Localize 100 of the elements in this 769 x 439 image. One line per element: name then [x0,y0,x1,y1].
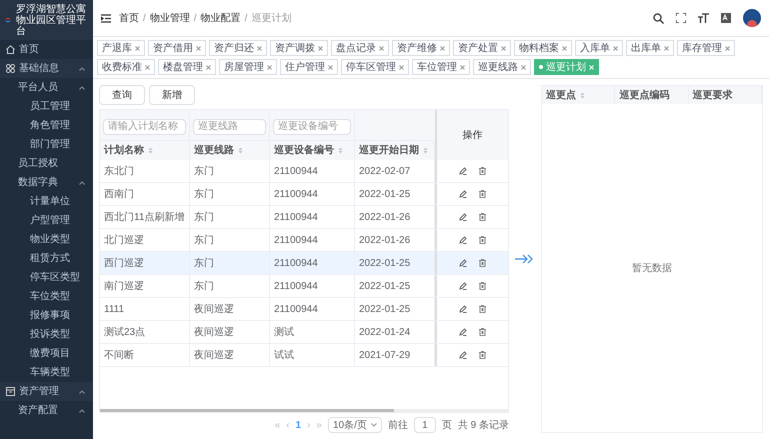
tab[interactable]: 巡更线路 [473,59,531,75]
tab[interactable]: 盘点记录 [331,40,389,56]
menu-item[interactable]: 资产配置 [0,401,93,420]
page-input[interactable]: 1 [414,417,436,433]
table-cell-text: 东门 [194,256,214,270]
tab[interactable]: 库存管理 [677,40,735,56]
breadcrumb-item[interactable]: 首页 [119,10,139,26]
table-row[interactable]: 西北门11点刷新增 东门 21100944 2022-01-26 [100,206,508,229]
table-cell-text: 不间断 [104,348,134,362]
tab[interactable]: 住户管理 [280,59,338,75]
breadcrumb-item: 巡更计划 [251,12,292,26]
tab[interactable]: 资产借用 [148,40,206,56]
menu-item[interactable]: 员工管理 [0,97,93,116]
tab[interactable]: 产退库 [97,40,145,56]
column-header: 巡更开始日期 [359,144,419,158]
column-header: 计划名称 [104,144,144,158]
breadcrumb-item[interactable]: 物业配置 [200,10,241,26]
table-cell-text: 2022-01-25 [359,302,410,316]
menu-item[interactable]: 缴费项目 [0,344,93,363]
menu-item[interactable]: 员工授权 [0,154,93,173]
double-arrow-icon[interactable] [515,254,535,264]
menu-item[interactable]: 基础信息 [0,59,93,78]
scrollbar[interactable] [100,409,394,412]
tab[interactable]: 资产处置 [453,40,511,56]
table-cell-text: 试试 [274,348,294,362]
menu-item[interactable]: 投诉类型 [0,325,93,344]
column-header: 巡更设备编号 [274,144,334,158]
page-size-select[interactable]: 10条/页 [328,417,382,433]
table-row[interactable]: 不间断 夜间巡逻 试试 2021-07-29 [100,344,508,367]
menu-item[interactable]: 停车区类型 [0,268,93,287]
tab[interactable]: 车位管理 [412,59,470,75]
input-field[interactable]: 巡更设备编号 [273,118,351,134]
avatar[interactable] [743,9,761,27]
table-row[interactable]: 东北门 东门 21100944 2022-02-07 [100,160,508,183]
table-row[interactable]: 1111 夜间巡逻 21100944 2022-01-25 [100,298,508,321]
table-row[interactable]: 西南门 东门 21100944 2022-01-25 [100,183,508,206]
table-row[interactable]: 西门巡逻 东门 21100944 2022-01-25 [100,252,508,275]
button[interactable]: 新增 [149,85,195,105]
table-cell-text: 2022-01-26 [359,234,410,248]
menu-item[interactable]: 部门管理 [0,135,93,154]
table-row[interactable]: 测试23点 夜间巡逻 测试 2022-01-24 [100,321,508,344]
edit-icon [459,167,467,175]
menu-item[interactable]: 平台人员 [0,78,93,97]
close-icon [135,46,140,50]
tab[interactable]: 停车区管理 [341,59,409,75]
breadcrumb-separator: / [194,12,197,26]
table-cell-text: 2022-01-25 [359,280,410,294]
menu-item[interactable]: 计量单位 [0,192,93,211]
menu-item[interactable]: 车位类型 [0,287,93,306]
close-icon [521,64,526,70]
close-icon [589,64,594,70]
tab[interactable]: 入库单 [575,40,623,56]
breadcrumb-separator: / [244,12,248,26]
translate-icon[interactable] [721,13,731,23]
edit-icon [459,213,467,221]
breadcrumb-item[interactable]: 物业管理 [150,10,190,26]
fullscreen-icon[interactable] [676,13,686,23]
menu-icon[interactable] [101,14,111,22]
menu-item[interactable]: 租赁方式 [0,249,93,268]
tab[interactable]: 出库单 [626,40,674,56]
menu-item[interactable]: 报修事项 [0,306,93,325]
close-icon [328,64,333,70]
input-field[interactable]: 巡更线路 [193,118,266,134]
menu-item[interactable]: 资产管理 [0,382,93,401]
edit-icon [459,190,467,198]
tab[interactable]: 资产归还 [209,40,267,56]
search-icon[interactable] [653,12,664,24]
table-cell-text: 21100944 [274,302,318,316]
menu-item[interactable]: 首页 [0,40,93,59]
close-icon [562,46,567,50]
menu-item[interactable]: 物业类型 [0,230,93,249]
column-header: 巡更要求 [692,88,733,102]
button[interactable]: 查询 [99,85,145,105]
tab[interactable]: 资产维修 [392,40,450,56]
breadcrumb-separator: / [143,12,146,26]
tab[interactable]: 资产调拨 [270,40,328,56]
edit-icon [459,259,467,267]
menu-item[interactable]: 户型管理 [0,211,93,230]
home-icon [6,45,15,54]
close-icon [196,46,201,50]
table-cell-text: 2022-01-26 [359,210,410,224]
table-row[interactable]: 北门巡逻 东门 21100944 2022-01-26 [100,229,508,252]
menu-item[interactable]: 车辆类型 [0,363,93,382]
tab[interactable]: 收费标准 [97,59,155,75]
close-icon [501,46,506,50]
table-cell-text: 1111 [104,302,124,316]
sort-icon [338,147,343,154]
tab[interactable]: 房屋管理 [219,59,277,75]
input-field[interactable]: 请输入计划名称 [103,118,186,134]
menu-item[interactable]: 数据字典 [0,173,93,192]
close-icon [206,64,211,70]
tab[interactable]: 楼盘管理 [158,59,216,75]
table-cell-text: 东门 [194,280,214,294]
table-row[interactable]: 南门巡逻 东门 21100944 2022-01-25 [100,275,508,298]
tab[interactable]: 物料档案 [514,40,572,56]
delete-icon [479,236,486,244]
menu-item[interactable]: 角色管理 [0,116,93,135]
delete-icon [479,305,486,313]
table-cell-text: 2022-01-24 [359,326,410,340]
font-size-icon[interactable] [698,13,709,23]
